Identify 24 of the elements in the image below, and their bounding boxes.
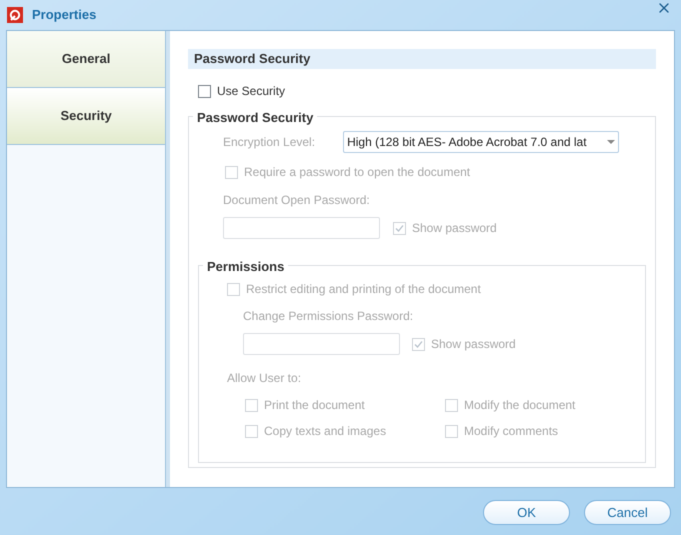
window-title: Properties bbox=[32, 6, 96, 24]
sidebar-tab[interactable]: Security bbox=[7, 88, 166, 145]
field-label: Allow User to: bbox=[227, 370, 302, 387]
dialog-button[interactable]: OK bbox=[483, 500, 570, 525]
sidebar-tab[interactable]: General bbox=[7, 31, 166, 88]
app-icon bbox=[7, 7, 23, 23]
field-label: Document Open Password: bbox=[223, 192, 371, 209]
caret-icon bbox=[607, 140, 616, 144]
checkbox-label: Modify comments bbox=[464, 423, 558, 440]
checkbox-label: Show password bbox=[412, 220, 497, 237]
field-label: Change Permissions Password: bbox=[243, 308, 414, 325]
checkbox-label: Show password bbox=[431, 336, 516, 353]
encryption-label: Encryption Level: bbox=[223, 134, 316, 151]
checkmark-icon bbox=[395, 224, 404, 232]
checkbox[interactable] bbox=[198, 84, 211, 98]
checkbox-label: Use Security bbox=[217, 83, 286, 100]
checkbox-label: Modify the document bbox=[464, 397, 576, 414]
checkbox-label: Restrict editing and printing of the document bbox=[246, 281, 481, 298]
section-header: Password Security bbox=[188, 49, 656, 69]
checkbox-label: Require a password to open the document bbox=[244, 164, 470, 181]
dialog-button[interactable]: Cancel bbox=[584, 500, 671, 525]
checkbox-label: Copy texts and images bbox=[264, 423, 386, 440]
checkbox-label: Print the document bbox=[264, 397, 365, 414]
checkmark-icon bbox=[414, 340, 423, 348]
